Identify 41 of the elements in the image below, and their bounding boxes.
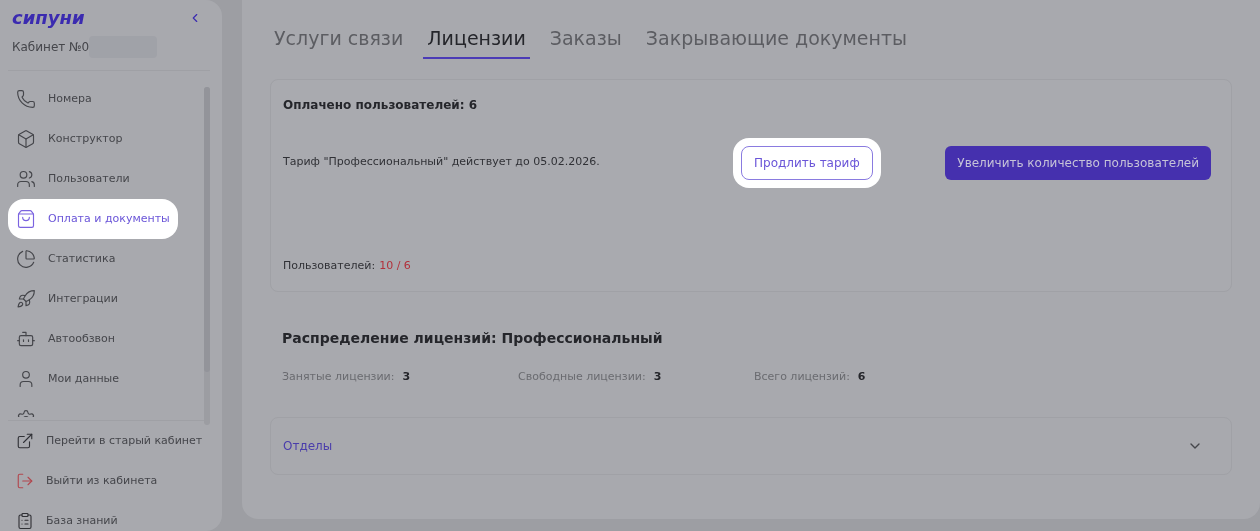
bag-icon: [16, 209, 36, 229]
logout-icon: [16, 472, 34, 490]
users-icon: [16, 169, 36, 189]
sidebar-link[interactable]: База знаний: [8, 501, 210, 531]
stat-value: 6: [857, 368, 866, 385]
tariff-text: Тариф "Профессиональный" действует до 05.02.2026.: [283, 154, 601, 171]
users-count: 10 / 6: [379, 258, 411, 274]
cube-icon: [16, 129, 36, 149]
tab[interactable]: Закрывающие документы: [641, 24, 912, 59]
external-link-icon: [16, 432, 34, 450]
paid-users-title: Оплачено пользователей: 6: [283, 96, 479, 114]
sidebar-item[interactable]: Мои данные: [8, 359, 204, 399]
clipboard-icon: [16, 512, 34, 530]
distribution-title: Распределение лицензий: Профессиональный: [281, 328, 664, 348]
stat-value: 3: [653, 368, 662, 385]
logo: сипуни: [12, 6, 85, 30]
rocket-icon: [16, 289, 36, 309]
phone-icon: [16, 89, 36, 109]
stat-label: Всего лицензий:: [754, 368, 850, 385]
departments-accordion[interactable]: Отделы: [270, 417, 1232, 475]
stat-value: 3: [402, 368, 411, 385]
pie-chart-icon: [16, 249, 36, 269]
tab[interactable]: Лицензии: [423, 24, 530, 59]
sidebar-item[interactable]: Автообзвон: [8, 319, 204, 359]
stat-label: Занятые лицензии:: [282, 368, 395, 385]
tab[interactable]: Заказы: [545, 24, 626, 59]
sidebar-item[interactable]: Оплата и документы: [8, 199, 178, 239]
increase-users-button[interactable]: Увеличить количество пользователей: [945, 145, 1211, 180]
account-name: Кабинет №0: [12, 39, 90, 56]
tab[interactable]: Услуги связи: [270, 24, 408, 59]
stat-label: Свободные лицензии:: [518, 368, 646, 385]
sidebar-link[interactable]: Перейти в старый кабинет: [8, 421, 210, 461]
sidebar-item[interactable]: Интеграции: [8, 279, 204, 319]
sidebar-link[interactable]: Выйти из кабинета: [8, 461, 210, 501]
robot-face-icon: [16, 329, 36, 349]
sidebar-item[interactable]: Пользователи: [8, 159, 204, 199]
sidebar-item[interactable]: Конструктор: [8, 119, 204, 159]
sidebar-item[interactable]: Статистика: [8, 239, 204, 279]
users-label: Пользователей:: [283, 258, 376, 274]
sidebar-item[interactable]: Номера: [8, 79, 204, 119]
extend-tariff-button[interactable]: Продлить тариф: [741, 145, 873, 180]
